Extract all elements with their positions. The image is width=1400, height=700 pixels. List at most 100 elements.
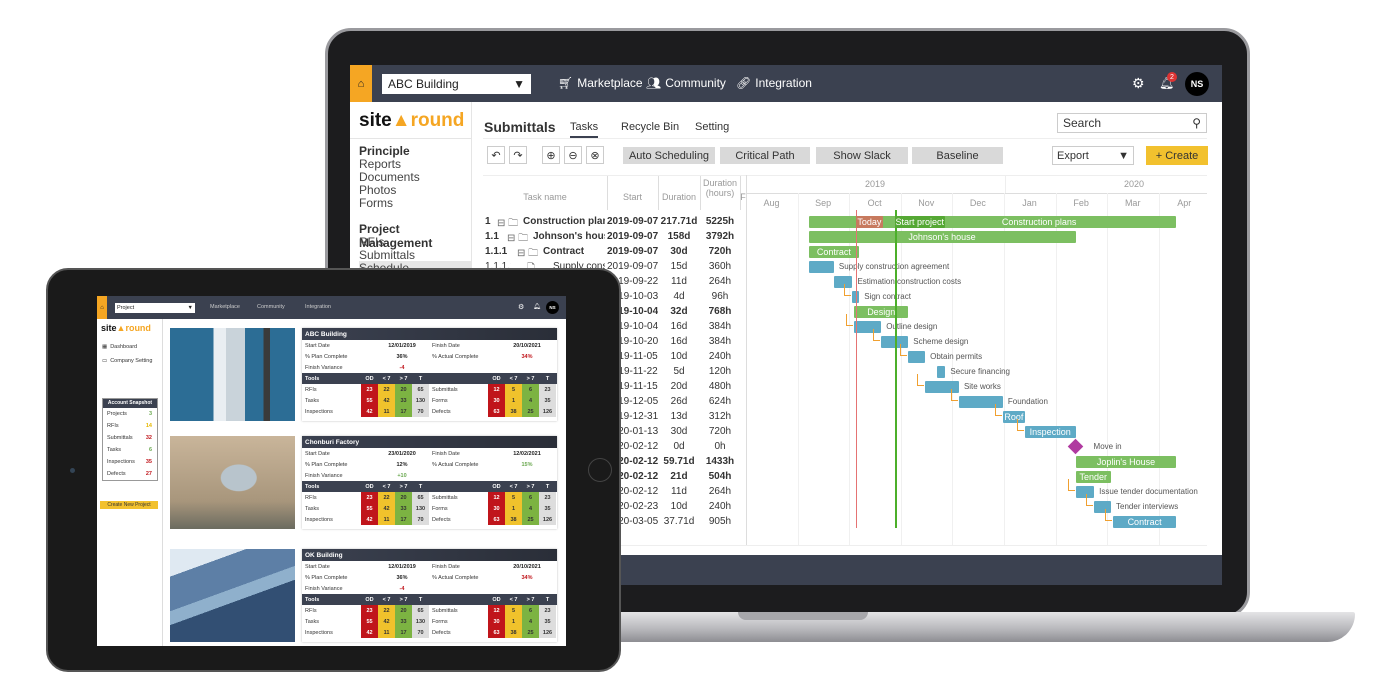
tool-count[interactable]: 42 <box>361 514 378 525</box>
gantt-bar[interactable]: Contract <box>1112 516 1177 528</box>
tool-count[interactable]: 33 <box>395 395 412 406</box>
project-image[interactable] <box>170 436 295 529</box>
tab-recycle-bin[interactable]: Recycle Bin <box>621 121 679 136</box>
column-header[interactable]: Duration <box>658 192 700 202</box>
project-title[interactable]: ABC Building <box>302 328 557 340</box>
tool-count[interactable]: 126 <box>539 627 556 638</box>
tool-count[interactable]: 70 <box>412 627 429 638</box>
gantt-bar[interactable]: Joplin's House <box>1075 456 1177 468</box>
column-header[interactable]: Task name <box>483 192 607 202</box>
project-image[interactable] <box>170 549 295 642</box>
sidebar-item-company-setting[interactable]: ▭ Company Setting <box>102 358 152 364</box>
gantt-bar[interactable]: Tender <box>1075 471 1112 483</box>
tool-count[interactable]: 38 <box>505 406 522 417</box>
tools-row[interactable]: RFIs 23 22 20 65 Submittals 12 5 6 23 <box>302 492 557 503</box>
tool-count[interactable]: 33 <box>395 503 412 514</box>
gantt-bar[interactable] <box>908 351 926 363</box>
tool-count[interactable]: 4 <box>522 503 539 514</box>
tool-count[interactable]: 12 <box>488 605 505 616</box>
tool-count[interactable]: 17 <box>395 406 412 417</box>
tool-count[interactable]: 6 <box>522 492 539 503</box>
tool-count[interactable]: 42 <box>361 406 378 417</box>
tool-count[interactable]: 22 <box>378 384 395 395</box>
tools-row[interactable]: RFIs 23 22 20 65 Submittals 12 5 6 23 <box>302 605 557 616</box>
gantt-bar[interactable] <box>936 366 946 378</box>
tool-count[interactable]: 42 <box>361 627 378 638</box>
gantt-bar[interactable] <box>808 261 834 273</box>
project-image[interactable] <box>170 328 295 421</box>
tool-count[interactable]: 1 <box>505 503 522 514</box>
tool-count[interactable]: 11 <box>378 406 395 417</box>
tool-count[interactable]: 4 <box>522 395 539 406</box>
project-title[interactable]: OK Building <box>302 549 557 561</box>
tool-count[interactable]: 23 <box>539 492 556 503</box>
tool-count[interactable]: 23 <box>539 384 556 395</box>
tool-count[interactable]: 25 <box>522 627 539 638</box>
tool-count[interactable]: 35 <box>539 395 556 406</box>
tool-count[interactable]: 70 <box>412 514 429 525</box>
tool-count[interactable]: 65 <box>412 384 429 395</box>
nav-community[interactable]: Community <box>257 304 285 310</box>
column-header[interactable]: Duration (hours) <box>700 178 740 198</box>
snapshot-item-tasks[interactable]: Tasks 6 <box>103 444 157 456</box>
snapshot-item-projects[interactable]: Projects 3 <box>103 408 157 420</box>
tool-count[interactable]: 55 <box>361 503 378 514</box>
tool-count[interactable]: 25 <box>522 514 539 525</box>
tool-count[interactable]: 55 <box>361 616 378 627</box>
tool-count[interactable]: 23 <box>539 605 556 616</box>
project-card[interactable]: ABC Building Start Date 12/01/2019 Finish D… <box>302 328 557 421</box>
tool-count[interactable]: 65 <box>412 605 429 616</box>
avatar[interactable]: NS <box>546 301 559 314</box>
tool-count[interactable]: 20 <box>395 492 412 503</box>
table-row[interactable]: 1.1.1 ⊟ 🗀︎ Contract 2019-09-07 30d 720h <box>483 245 746 259</box>
tab-setting[interactable]: Setting <box>695 121 729 136</box>
gantt-bar[interactable]: Inspection <box>1024 426 1076 438</box>
tool-count[interactable]: 33 <box>395 616 412 627</box>
tool-count[interactable]: 63 <box>488 627 505 638</box>
tab-tasks[interactable]: Tasks <box>570 121 599 138</box>
tool-count[interactable]: 6 <box>522 384 539 395</box>
project-card[interactable]: Chonburi Factory Start Date 23/01/2020 Fini… <box>302 436 557 529</box>
tool-count[interactable]: 12 <box>488 384 505 395</box>
tools-row[interactable]: Tasks 55 42 33 130 Forms 30 1 4 35 <box>302 395 557 406</box>
tool-count[interactable]: 1 <box>505 616 522 627</box>
gantt-bar[interactable]: Contract <box>808 246 860 258</box>
tools-row[interactable]: Inspections 42 11 17 70 Defects 63 38 25 126 <box>302 406 557 417</box>
sidebar-item-dashboard[interactable]: ▦ Dashboard <box>102 344 137 350</box>
tool-count[interactable]: 38 <box>505 627 522 638</box>
tool-count[interactable]: 5 <box>505 605 522 616</box>
tool-count[interactable]: 126 <box>539 514 556 525</box>
tool-count[interactable]: 5 <box>505 492 522 503</box>
bell-icon[interactable]: 🔔︎ <box>533 303 541 310</box>
tool-count[interactable]: 5 <box>505 384 522 395</box>
tool-count[interactable]: 35 <box>539 503 556 514</box>
snapshot-item-submittals[interactable]: Submittals 32 <box>103 432 157 444</box>
tool-count[interactable]: 126 <box>539 406 556 417</box>
tool-count[interactable]: 65 <box>412 492 429 503</box>
tool-count[interactable]: 35 <box>539 616 556 627</box>
home-button[interactable]: ⌂ <box>97 296 107 319</box>
tool-count[interactable]: 30 <box>488 503 505 514</box>
tool-count[interactable]: 20 <box>395 384 412 395</box>
critical-path-button[interactable]: Critical Path <box>720 147 810 164</box>
nav-integration[interactable]: Integration <box>305 304 331 310</box>
snapshot-item-defects[interactable]: Defects 27 <box>103 468 157 480</box>
tool-count[interactable]: 70 <box>412 406 429 417</box>
tool-count[interactable]: 30 <box>488 395 505 406</box>
tool-count[interactable]: 130 <box>412 395 429 406</box>
tool-count[interactable]: 20 <box>395 605 412 616</box>
snapshot-item-inspections[interactable]: Inspections 35 <box>103 456 157 468</box>
tools-row[interactable]: RFIs 23 22 20 65 Submittals 12 5 6 23 <box>302 384 557 395</box>
tool-count[interactable]: 25 <box>522 406 539 417</box>
tools-row[interactable]: Inspections 42 11 17 70 Defects 63 38 25 126 <box>302 514 557 525</box>
tool-count[interactable]: 1 <box>505 395 522 406</box>
nav-marketplace[interactable]: Marketplace <box>210 304 240 310</box>
tool-count[interactable]: 55 <box>361 395 378 406</box>
baseline-button[interactable]: Baseline <box>912 147 1003 164</box>
tool-count[interactable]: 22 <box>378 605 395 616</box>
tool-count[interactable]: 63 <box>488 514 505 525</box>
project-select[interactable]: Project ▼ <box>115 303 195 313</box>
tools-row[interactable]: Tasks 55 42 33 130 Forms 30 1 4 35 <box>302 616 557 627</box>
tool-count[interactable]: 11 <box>378 514 395 525</box>
tool-count[interactable]: 23 <box>361 605 378 616</box>
